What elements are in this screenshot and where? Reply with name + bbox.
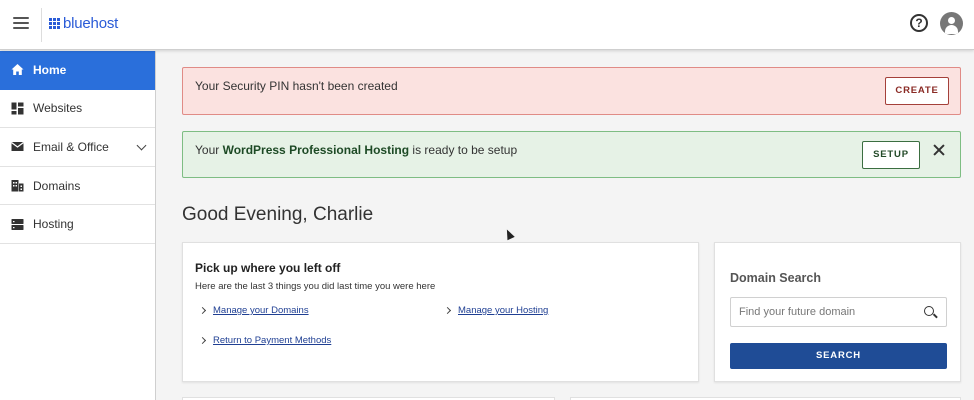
close-icon[interactable]	[933, 144, 945, 156]
list-item: Manage your Hosting	[443, 305, 548, 316]
manage-domains-link[interactable]: Manage your Domains	[213, 305, 309, 316]
chevron-right-icon	[443, 306, 452, 315]
pickup-card: Pick up where you left off Here are the …	[182, 242, 699, 382]
pickup-card-title: Pick up where you left off	[195, 261, 341, 275]
security-pin-alert-text: Your Security PIN hasn't been created	[195, 79, 398, 93]
home-icon	[11, 64, 24, 76]
domain-search-field	[730, 297, 947, 327]
hamburger-menu-icon[interactable]	[13, 17, 29, 29]
sidebar-item-label: Domains	[33, 178, 81, 193]
chevron-down-icon[interactable]	[136, 140, 147, 151]
payment-methods-link[interactable]: Return to Payment Methods	[213, 335, 331, 346]
help-circle-icon[interactable]: ?	[910, 14, 928, 32]
pickup-card-subtitle: Here are the last 3 things you did last …	[195, 281, 436, 292]
domain-search-input[interactable]	[731, 298, 916, 326]
sidebar-item-home[interactable]: Home	[0, 51, 155, 90]
wordpress-setup-alert: Your WordPress Professional Hosting is r…	[182, 131, 961, 178]
sidebar-item-label: Email & Office	[33, 139, 109, 154]
sidebar-item-hosting[interactable]: Hosting	[0, 205, 155, 244]
logo-text: bluehost	[63, 15, 119, 32]
sidebar-item-label: Home	[33, 62, 67, 77]
top-header: bluehost ?	[0, 0, 974, 50]
create-button[interactable]: CREATE	[885, 77, 949, 105]
wordpress-plan-name: WordPress Professional Hosting	[222, 143, 410, 157]
logo-grid-icon	[49, 18, 60, 29]
server-icon	[11, 218, 24, 230]
search-icon[interactable]	[924, 306, 934, 316]
manage-hosting-link[interactable]: Manage your Hosting	[458, 305, 548, 316]
sidebar-item-websites[interactable]: Websites	[0, 90, 155, 129]
envelope-icon	[11, 142, 24, 152]
domains-building-icon	[11, 180, 24, 192]
chevron-right-icon	[198, 336, 207, 345]
domain-search-title: Domain Search	[730, 271, 822, 285]
search-button[interactable]: SEARCH	[730, 343, 947, 369]
list-item: Manage your Domains	[198, 305, 309, 316]
sidebar-item-domains[interactable]: Domains	[0, 167, 155, 206]
header-divider	[41, 8, 42, 42]
security-pin-alert: Your Security PIN hasn't been created CR…	[182, 67, 961, 115]
list-item: Return to Payment Methods	[198, 335, 331, 346]
wordpress-setup-alert-text: Your WordPress Professional Hosting is r…	[195, 143, 518, 157]
sidebar-item-email-office[interactable]: Email & Office	[0, 128, 155, 167]
sidebar-nav: Home Websites Email & Office Domains Hos…	[0, 51, 156, 400]
sidebar-item-label: Websites	[33, 101, 83, 116]
greeting-heading: Good Evening, Charlie	[182, 204, 374, 225]
setup-button[interactable]: SETUP	[862, 141, 920, 169]
bluehost-logo[interactable]: bluehost	[49, 15, 118, 32]
main-content: Your Security PIN hasn't been created CR…	[156, 51, 974, 400]
websites-grid-icon	[11, 102, 24, 115]
domain-search-card: Domain Search SEARCH	[714, 242, 961, 382]
sidebar-item-label: Hosting	[33, 217, 74, 232]
chevron-right-icon	[198, 306, 207, 315]
user-avatar-icon[interactable]	[940, 12, 963, 35]
